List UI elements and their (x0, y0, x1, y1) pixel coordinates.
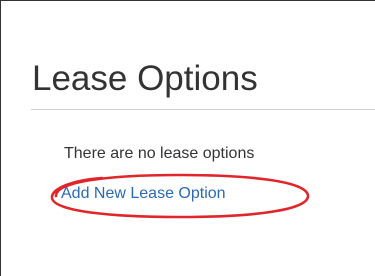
add-lease-option-link[interactable]: Add New Lease Option (61, 184, 226, 204)
page-title: Lease Options (32, 59, 258, 98)
lease-options-panel: Lease Options There are no lease options… (0, 0, 375, 276)
title-divider (31, 109, 375, 110)
empty-state-message: There are no lease options (64, 145, 255, 162)
